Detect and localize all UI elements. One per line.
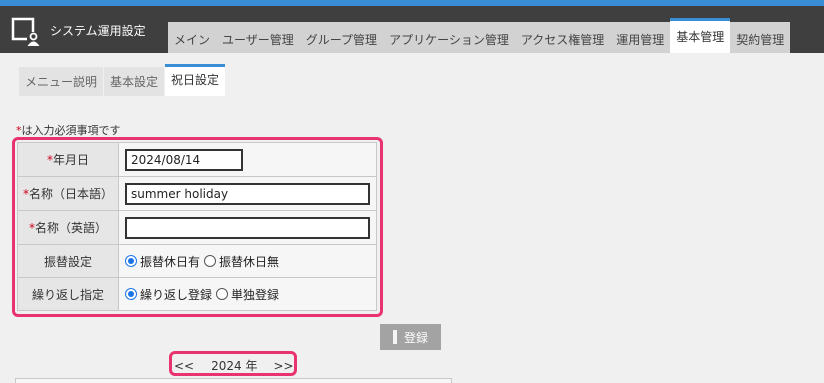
- name-ja-label-text: 名称（日本語）: [28, 187, 113, 201]
- previous-year-link[interactable]: <<: [174, 359, 194, 373]
- name-ja-label: *名称（日本語）: [17, 176, 119, 211]
- substitute-cell: 振替休日有 振替休日無: [118, 244, 377, 278]
- substitute-yes-option[interactable]: 振替休日有: [125, 253, 200, 270]
- single-register-label: 単独登録: [231, 287, 280, 302]
- form-row-date: *年月日 2024/08/14: [17, 142, 377, 177]
- name-en-label: *名称（英語）: [17, 210, 119, 245]
- subtab-holiday-settings[interactable]: 祝日設定: [165, 64, 226, 96]
- repeat-cell: 繰り返し登録 単独登録: [118, 277, 377, 311]
- repeat-radio-group: 繰り返し登録 単独登録: [125, 286, 376, 303]
- main-nav-tabs: メイン ユーザー管理 グループ管理 アプリケーション管理 アクセス権管理 運用管…: [168, 18, 791, 53]
- substitute-radio-group: 振替休日有 振替休日無: [125, 253, 376, 270]
- date-label: *年月日: [17, 142, 119, 177]
- substitute-no-option[interactable]: 振替休日無: [204, 253, 279, 270]
- holiday-form: *年月日 2024/08/14 *名称（日本語） summer holiday …: [17, 142, 377, 311]
- single-register-option[interactable]: 単独登録: [216, 286, 279, 303]
- name-en-input[interactable]: [125, 216, 370, 239]
- repeat-label: 繰り返し指定: [17, 277, 119, 311]
- sub-nav-tabs: メニュー説明 基本設定 祝日設定: [19, 64, 226, 96]
- tab-access-management[interactable]: アクセス権管理: [514, 22, 611, 53]
- substitute-no-label: 振替休日無: [219, 254, 280, 269]
- register-button[interactable]: 登録: [380, 324, 441, 350]
- single-register-radio[interactable]: [216, 288, 229, 300]
- substitute-yes-label: 振替休日有: [140, 254, 201, 269]
- repeat-register-radio[interactable]: [125, 288, 137, 300]
- name-en-label-text: 名称（英語）: [34, 221, 107, 235]
- subtab-menu-description[interactable]: メニュー説明: [19, 67, 104, 96]
- name-en-cell: [118, 210, 377, 245]
- date-label-text: 年月日: [52, 153, 89, 167]
- app-title: システム運用設定: [50, 24, 146, 38]
- form-row-substitute: 振替設定 振替休日有 振替休日無: [17, 244, 377, 278]
- date-input[interactable]: 2024/08/14: [125, 148, 243, 171]
- tab-group-management[interactable]: グループ管理: [299, 22, 384, 53]
- repeat-register-label: 繰り返し登録: [140, 287, 213, 302]
- required-note-text: は入力必須事項です: [21, 124, 121, 137]
- date-cell: 2024/08/14: [118, 142, 377, 177]
- tab-application-management[interactable]: アプリケーション管理: [383, 22, 515, 53]
- name-ja-cell: summer holiday: [118, 176, 377, 211]
- tab-main[interactable]: メイン: [168, 22, 217, 53]
- form-row-name-en: *名称（英語）: [17, 210, 377, 245]
- next-year-link[interactable]: >>: [273, 359, 293, 373]
- repeat-register-option[interactable]: 繰り返し登録: [125, 286, 212, 303]
- register-button-bar-icon: [392, 330, 397, 344]
- substitute-no-radio[interactable]: [204, 255, 217, 267]
- required-note: *は入力必須事項です: [16, 122, 121, 138]
- tab-operation-management[interactable]: 運用管理: [610, 22, 671, 53]
- tab-user-management[interactable]: ユーザー管理: [216, 22, 300, 53]
- subtab-basic-settings[interactable]: 基本設定: [104, 67, 165, 96]
- substitute-yes-radio[interactable]: [125, 255, 137, 267]
- register-button-label: 登録: [403, 330, 428, 345]
- substitute-label: 振替設定: [17, 244, 119, 278]
- year-navigation: << 2024 年 >>: [174, 357, 294, 374]
- calendar-table-edge: [15, 378, 452, 383]
- current-year: 2024 年: [211, 359, 258, 373]
- form-row-name-ja: *名称（日本語） summer holiday: [17, 176, 377, 211]
- tab-basic-management[interactable]: 基本管理: [670, 18, 731, 53]
- name-ja-input[interactable]: summer holiday: [125, 182, 370, 205]
- form-row-repeat: 繰り返し指定 繰り返し登録 単独登録: [17, 277, 377, 311]
- system-settings-logo-icon: [11, 17, 40, 46]
- tab-contract-management[interactable]: 契約管理: [730, 22, 791, 53]
